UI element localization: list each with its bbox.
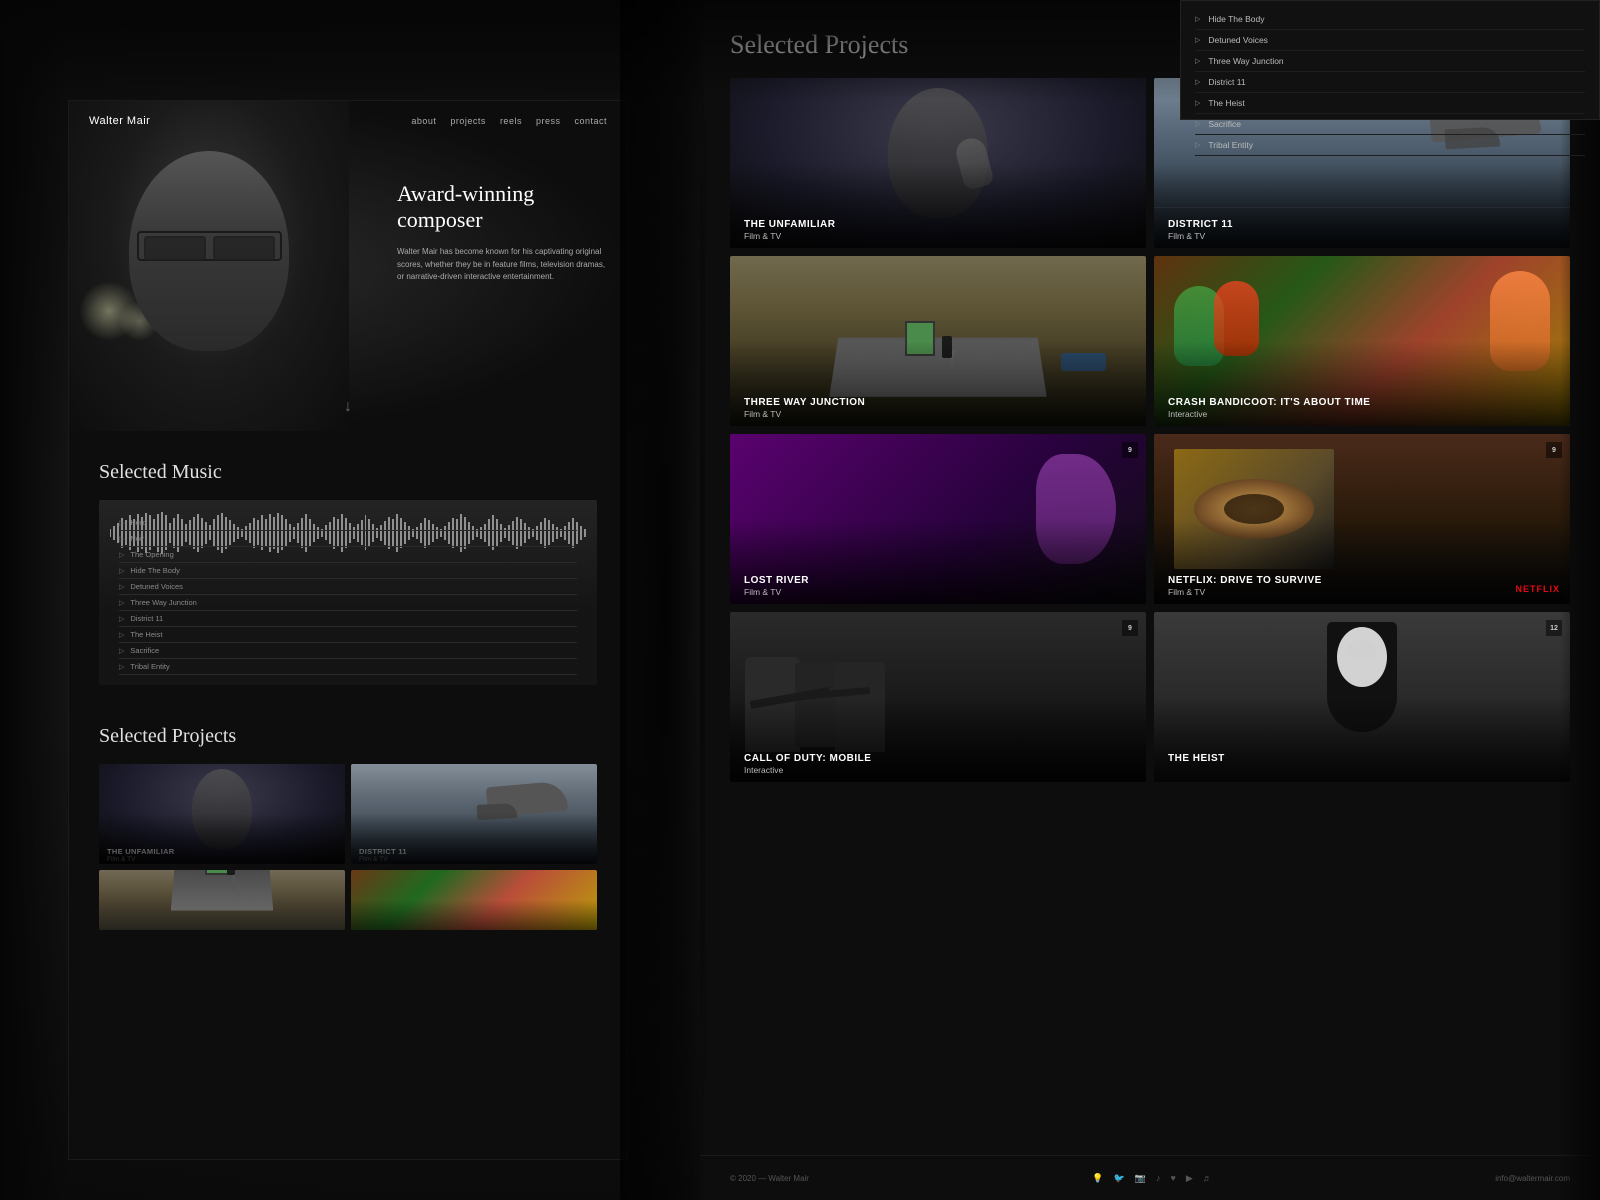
footer-social-icons: 💡 🐦 📷 ♪ ♥ ▶ ♬ (1092, 1173, 1211, 1184)
project-card-district11-small[interactable]: DISTRICT 11 Film & TV (351, 764, 597, 864)
projects-section-title-small: Selected Projects (99, 725, 597, 748)
footer-copyright: © 2020 — Walter Mair (730, 1174, 809, 1183)
project-card-crash-partial[interactable] (351, 870, 597, 930)
netflix-category: Film & TV (1168, 587, 1205, 597)
instagram-icon[interactable]: 📷 (1135, 1173, 1146, 1184)
project-card-heist[interactable]: 12 THE HEIST (1154, 612, 1570, 782)
dropdown-item[interactable]: Three Way Junction (1195, 51, 1585, 72)
nav-links: about projects reels press contact (411, 116, 607, 126)
unfamiliar-title: THE UNFAMILIAR (744, 219, 835, 230)
scroll-arrow: ↓ (344, 398, 352, 416)
track-heist[interactable]: The Heist (119, 627, 577, 643)
hero-description: Walter Mair has become known for his cap… (397, 246, 607, 284)
track-detuned[interactable]: Detuned Voices (119, 579, 577, 595)
track-sacrifice[interactable]: Sacrifice (119, 643, 577, 659)
vimeo-icon[interactable]: ▶ (1186, 1173, 1193, 1184)
hero-title: Award-winning composer (397, 181, 607, 234)
track-district[interactable]: District 11 (119, 611, 577, 627)
track-hero[interactable]: Hero (119, 515, 577, 531)
track-list: Hero Noir The Opening Hide The Body Detu… (119, 515, 577, 675)
nav-reels[interactable]: reels (500, 116, 522, 126)
netflix-title: NETFLIX: DRIVE TO SURVIVE (1168, 575, 1322, 586)
track-noir[interactable]: Noir (119, 531, 577, 547)
project-card-unfamiliar-small[interactable]: THE UNFAMILIAR Film & TV (99, 764, 345, 864)
right-panel: Selected Projects THE UNFAMILIAR Film & … (700, 0, 1600, 1200)
cod-category: Interactive (744, 765, 783, 775)
heist-badge: 12 (1546, 620, 1562, 636)
nav-press[interactable]: press (536, 116, 561, 126)
music-player[interactable]: Hero Noir The Opening Hide The Body Detu… (99, 500, 597, 685)
district11-category: Film & TV (1168, 231, 1205, 241)
site-logo[interactable]: Walter Mair (89, 115, 150, 127)
heist-title: THE HEIST (1168, 753, 1225, 764)
track-hide[interactable]: Hide The Body (119, 563, 577, 579)
bulb-icon[interactable]: 💡 (1092, 1173, 1103, 1184)
hero-section: Walter Mair about projects reels press c… (69, 101, 627, 431)
dropdown-item[interactable]: District 11 (1195, 72, 1585, 93)
track-twj[interactable]: Three Way Junction (119, 595, 577, 611)
project-card-lostriver[interactable]: 9 LOST RIVER Film & TV (730, 434, 1146, 604)
music-icon[interactable]: ♬ (1203, 1173, 1212, 1184)
twj-title: THREE WAY JUNCTION (744, 397, 865, 408)
projects-row-partial (99, 870, 597, 930)
twj-category: Film & TV (744, 409, 781, 419)
project-card-unfamiliar[interactable]: THE UNFAMILIAR Film & TV (730, 78, 1146, 248)
cod-badge: 9 (1122, 620, 1138, 636)
dropdown-item[interactable]: Tribal Entity (1195, 135, 1585, 156)
crash-title: CRASH BANDICOOT: IT'S ABOUT TIME (1168, 397, 1370, 408)
track-opening[interactable]: The Opening (119, 547, 577, 563)
project-card-netflix[interactable]: 9 NETFLIX NETFLIX: DRIVE TO SURVIVE Film… (1154, 434, 1570, 604)
hero-portrait (69, 101, 349, 431)
project-card-crash[interactable]: CRASH BANDICOOT: IT'S ABOUT TIME Interac… (1154, 256, 1570, 426)
nav-contact[interactable]: contact (574, 116, 607, 126)
dropdown-menu: Hide The Body Detuned Voices Three Way J… (1180, 0, 1600, 120)
spotify-icon[interactable]: ♪ (1156, 1173, 1161, 1184)
dropdown-item[interactable]: The Heist (1195, 93, 1585, 114)
footer-email[interactable]: info@waltermair.com (1495, 1174, 1570, 1183)
twitter-icon[interactable]: 🐦 (1114, 1173, 1125, 1184)
left-website-panel: Walter Mair about projects reels press c… (68, 100, 628, 1160)
lostriver-title: LOST RIVER (744, 575, 809, 586)
selected-music-section: Selected Music (69, 431, 627, 705)
nav-about[interactable]: about (411, 116, 436, 126)
project-card-twj[interactable]: THREE WAY JUNCTION Film & TV (730, 256, 1146, 426)
lostriver-category: Film & TV (744, 587, 781, 597)
lostriver-badge: 9 (1122, 442, 1138, 458)
hero-text: Award-winning composer Walter Mair has b… (397, 181, 607, 284)
track-tribal[interactable]: Tribal Entity (119, 659, 577, 675)
dropdown-item[interactable]: Detuned Voices (1195, 30, 1585, 51)
heart-icon[interactable]: ♥ (1171, 1173, 1176, 1184)
district11-title: DISTRICT 11 (1168, 219, 1233, 230)
dropdown-item[interactable]: Hide The Body (1195, 9, 1585, 30)
project-card-twj-partial[interactable] (99, 870, 345, 930)
music-section-title: Selected Music (99, 461, 597, 484)
footer: © 2020 — Walter Mair 💡 🐦 📷 ♪ ♥ ▶ ♬ info@… (700, 1155, 1600, 1200)
crash-category: Interactive (1168, 409, 1207, 419)
dropdown-item[interactable]: Sacrifice (1195, 114, 1585, 135)
dropdown-items: Hide The Body Detuned Voices Three Way J… (1181, 1, 1599, 164)
netflix-badge: 9 (1546, 442, 1562, 458)
project-card-cod[interactable]: 9 CALL OF DUTY: MOBILE Interactive (730, 612, 1146, 782)
navigation: Walter Mair about projects reels press c… (69, 101, 627, 141)
unfamiliar-category: Film & TV (744, 231, 781, 241)
nav-projects[interactable]: projects (450, 116, 486, 126)
selected-projects-section-small: Selected Projects THE UNFAMILIAR Film & … (69, 705, 627, 950)
cod-title: CALL OF DUTY: MOBILE (744, 753, 871, 764)
projects-grid-small: THE UNFAMILIAR Film & TV DISTRICT 11 Fil… (99, 764, 597, 864)
netflix-logo: NETFLIX (1516, 584, 1561, 594)
projects-grid-main: THE UNFAMILIAR Film & TV DISTRICT 11 Fil… (730, 78, 1570, 782)
